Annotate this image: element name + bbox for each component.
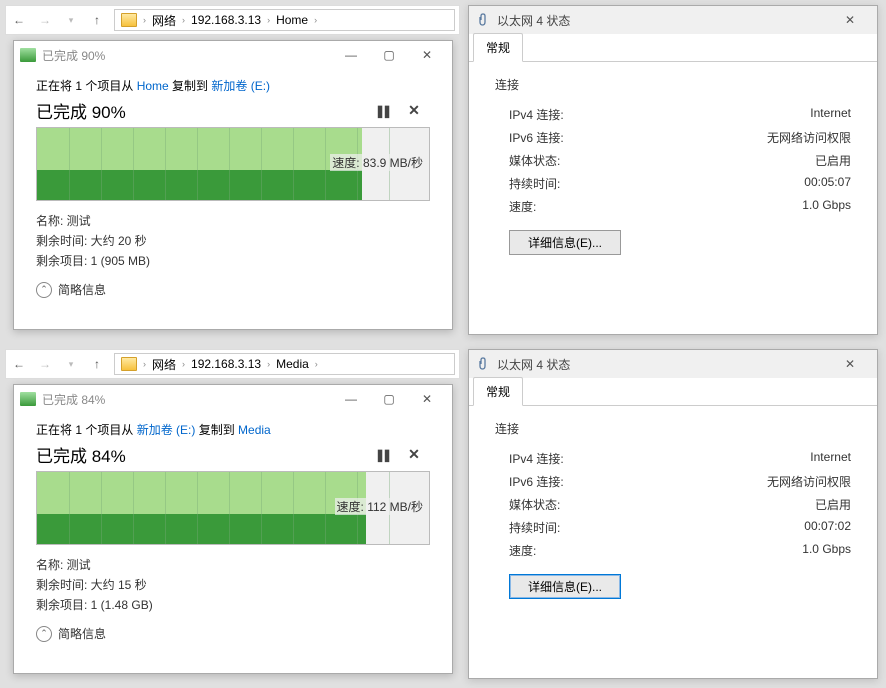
status-row: IPv4 连接:Internet <box>495 103 851 126</box>
tab-general[interactable]: 常规 <box>473 377 523 406</box>
source-link[interactable]: 新加卷 (E:) <box>137 423 196 437</box>
copy-description: 正在将 1 个项目从 新加卷 (E:) 复制到 Media <box>36 421 430 438</box>
close-button[interactable]: ✕ <box>408 386 446 412</box>
source-link[interactable]: Home <box>137 79 169 93</box>
details-button[interactable]: 详细信息(E)... <box>509 574 621 599</box>
speed-graph: 速度: 112 MB/秒 <box>36 471 430 545</box>
chevron-up-icon: ⌃ <box>36 626 52 642</box>
chevron-right-icon: › <box>265 15 272 25</box>
dialog-title: 已完成 90% <box>42 47 332 64</box>
breadcrumb-segment[interactable]: Media <box>272 357 313 371</box>
status-row: IPv6 连接:无网络访问权限 <box>495 126 851 149</box>
close-button[interactable]: ✕ <box>408 42 446 68</box>
pause-button[interactable]: ❚❚ <box>366 99 398 123</box>
explorer-address-bar: ← → ▾ ↑ › 网络›192.168.3.13›Home› <box>5 5 460 35</box>
paperclip-icon <box>477 13 491 27</box>
destination-link[interactable]: Media <box>238 423 271 437</box>
nav-forward-button[interactable]: → <box>32 350 58 378</box>
chevron-right-icon: › <box>312 15 319 25</box>
ethernet-status-dialog: 以太网 4 状态 ✕ 常规 连接 IPv4 连接:InternetIPv6 连接… <box>468 349 878 679</box>
file-copy-dialog: 已完成 84% — ▢ ✕ 正在将 1 个项目从 新加卷 (E:) 复制到 Me… <box>13 384 453 674</box>
breadcrumb-segment[interactable]: 192.168.3.13 <box>187 13 265 27</box>
close-button[interactable]: ✕ <box>831 351 869 377</box>
minimize-button[interactable]: — <box>332 386 370 412</box>
chevron-right-icon: › <box>180 359 187 369</box>
status-row: 媒体状态:已启用 <box>495 493 851 516</box>
dialog-title: 以太网 4 状态 <box>497 356 831 373</box>
stop-button[interactable]: ✕ <box>398 99 430 123</box>
speed-label: 速度: 83.9 MB/秒 <box>330 154 425 171</box>
copy-remaining-time: 剩余时间: 大约 15 秒 <box>36 575 430 595</box>
dialog-title: 以太网 4 状态 <box>497 12 831 29</box>
close-button[interactable]: ✕ <box>831 7 869 33</box>
copy-remaining-items: 剩余项目: 1 (905 MB) <box>36 251 430 271</box>
brief-info-toggle[interactable]: ⌃ 简略信息 <box>36 281 430 298</box>
copy-remaining-time: 剩余时间: 大约 20 秒 <box>36 231 430 251</box>
connection-section-header: 连接 <box>495 420 851 437</box>
chevron-up-icon: ⌃ <box>36 282 52 298</box>
explorer-address-bar: ← → ▾ ↑ › 网络›192.168.3.13›Media› <box>5 349 460 379</box>
speed-label: 速度: 112 MB/秒 <box>335 498 425 515</box>
stop-button[interactable]: ✕ <box>398 443 430 467</box>
status-row: IPv6 连接:无网络访问权限 <box>495 470 851 493</box>
status-row: 持续时间:00:05:07 <box>495 172 851 195</box>
copy-progress-icon <box>20 48 36 62</box>
breadcrumb-segment[interactable]: Home <box>272 13 312 27</box>
brief-info-toggle[interactable]: ⌃ 简略信息 <box>36 625 430 642</box>
details-button[interactable]: 详细信息(E)... <box>509 230 621 255</box>
file-copy-dialog: 已完成 90% — ▢ ✕ 正在将 1 个项目从 Home 复制到 新加卷 (E… <box>13 40 453 330</box>
paperclip-icon <box>477 357 491 371</box>
folder-icon <box>121 13 137 27</box>
progress-percent: 已完成 90% <box>36 98 366 123</box>
nav-up-button[interactable]: ↑ <box>84 350 110 378</box>
progress-percent: 已完成 84% <box>36 442 366 467</box>
status-row: 媒体状态:已启用 <box>495 149 851 172</box>
chevron-right-icon: › <box>265 359 272 369</box>
dialog-title: 已完成 84% <box>42 391 332 408</box>
maximize-button[interactable]: ▢ <box>370 386 408 412</box>
copy-name-row: 名称: 测试 <box>36 555 430 575</box>
status-row: IPv4 连接:Internet <box>495 447 851 470</box>
destination-link[interactable]: 新加卷 (E:) <box>211 79 270 93</box>
address-field[interactable]: › 网络›192.168.3.13›Media› <box>114 353 455 375</box>
status-row: 速度:1.0 Gbps <box>495 539 851 562</box>
chevron-right-icon: › <box>141 15 148 25</box>
ethernet-status-dialog: 以太网 4 状态 ✕ 常规 连接 IPv4 连接:InternetIPv6 连接… <box>468 5 878 335</box>
speed-graph: 速度: 83.9 MB/秒 <box>36 127 430 201</box>
pause-button[interactable]: ❚❚ <box>366 443 398 467</box>
copy-remaining-items: 剩余项目: 1 (1.48 GB) <box>36 595 430 615</box>
minimize-button[interactable]: — <box>332 42 370 68</box>
copy-description: 正在将 1 个项目从 Home 复制到 新加卷 (E:) <box>36 77 430 94</box>
nav-back-button[interactable]: ← <box>6 350 32 378</box>
nav-recent-button[interactable]: ▾ <box>58 350 84 378</box>
chevron-right-icon: › <box>180 15 187 25</box>
copy-name-row: 名称: 测试 <box>36 211 430 231</box>
connection-section-header: 连接 <box>495 76 851 93</box>
chevron-right-icon: › <box>141 359 148 369</box>
copy-progress-icon <box>20 392 36 406</box>
address-field[interactable]: › 网络›192.168.3.13›Home› <box>114 9 455 31</box>
status-row: 速度:1.0 Gbps <box>495 195 851 218</box>
chevron-right-icon: › <box>313 359 320 369</box>
tab-strip: 常规 <box>469 34 877 62</box>
tab-strip: 常规 <box>469 378 877 406</box>
tab-general[interactable]: 常规 <box>473 33 523 62</box>
nav-recent-button[interactable]: ▾ <box>58 6 84 34</box>
folder-icon <box>121 357 137 371</box>
nav-forward-button[interactable]: → <box>32 6 58 34</box>
breadcrumb-segment[interactable]: 网络 <box>148 12 180 29</box>
status-row: 持续时间:00:07:02 <box>495 516 851 539</box>
nav-up-button[interactable]: ↑ <box>84 6 110 34</box>
maximize-button[interactable]: ▢ <box>370 42 408 68</box>
breadcrumb-segment[interactable]: 网络 <box>148 356 180 373</box>
breadcrumb-segment[interactable]: 192.168.3.13 <box>187 357 265 371</box>
nav-back-button[interactable]: ← <box>6 6 32 34</box>
